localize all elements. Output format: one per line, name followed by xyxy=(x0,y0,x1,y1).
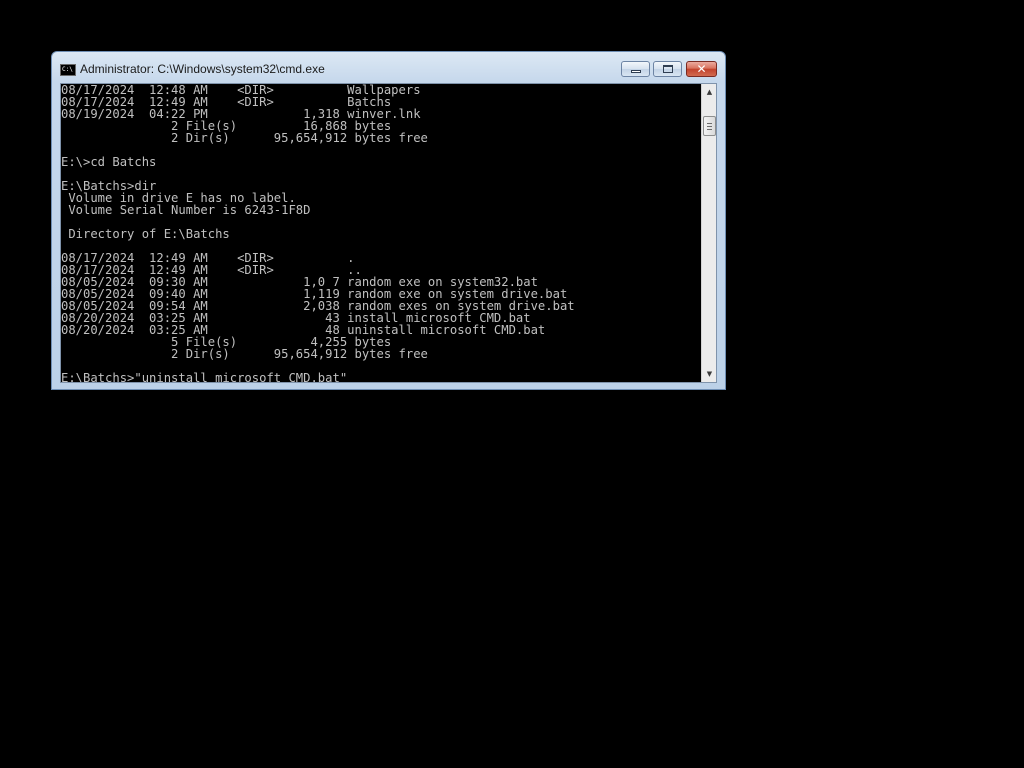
console-output[interactable]: 08/17/2024 12:48 AM <DIR> Wallpapers 08/1… xyxy=(61,84,701,382)
console-line: 2 Dir(s) 95,654,912 bytes free xyxy=(61,131,428,145)
scroll-down-arrow-icon[interactable]: ▼ xyxy=(702,366,716,382)
title-bar[interactable]: C:\ Administrator: C:\Windows\system32\c… xyxy=(52,52,725,84)
console-line: 2 Dir(s) 95,654,912 bytes free xyxy=(61,347,428,361)
console-line: E:\>cd Batchs xyxy=(61,155,157,169)
minimize-button[interactable] xyxy=(621,61,650,77)
scroll-up-arrow-icon[interactable]: ▲ xyxy=(702,84,716,100)
close-icon: ✕ xyxy=(696,62,707,76)
scrollbar-thumb[interactable] xyxy=(703,116,716,136)
desktop: C:\ Administrator: C:\Windows\system32\c… xyxy=(0,0,1024,768)
cmd-app-icon-label: C:\ xyxy=(62,66,73,73)
scroll-grip-icon xyxy=(707,126,712,127)
minimize-icon xyxy=(631,70,641,73)
cmd-app-icon[interactable]: C:\ xyxy=(60,64,76,76)
maximize-button[interactable] xyxy=(653,61,682,77)
console-line: Directory of E:\Batchs xyxy=(61,227,230,241)
scroll-grip-icon xyxy=(707,123,712,124)
vertical-scrollbar[interactable]: ▲ ▼ xyxy=(701,84,716,382)
close-button[interactable]: ✕ xyxy=(686,61,717,77)
console-line: E:\Batchs>"uninstall microsoft CMD.bat" xyxy=(61,371,348,382)
restore-icon xyxy=(663,65,673,73)
console-client-area[interactable]: 08/17/2024 12:48 AM <DIR> Wallpapers 08/1… xyxy=(60,83,717,383)
window-title: Administrator: C:\Windows\system32\cmd.e… xyxy=(80,62,325,76)
console-line: Volume Serial Number is 6243-1F8D xyxy=(61,203,311,217)
scroll-grip-icon xyxy=(707,129,712,130)
cmd-window[interactable]: C:\ Administrator: C:\Windows\system32\c… xyxy=(51,51,726,390)
